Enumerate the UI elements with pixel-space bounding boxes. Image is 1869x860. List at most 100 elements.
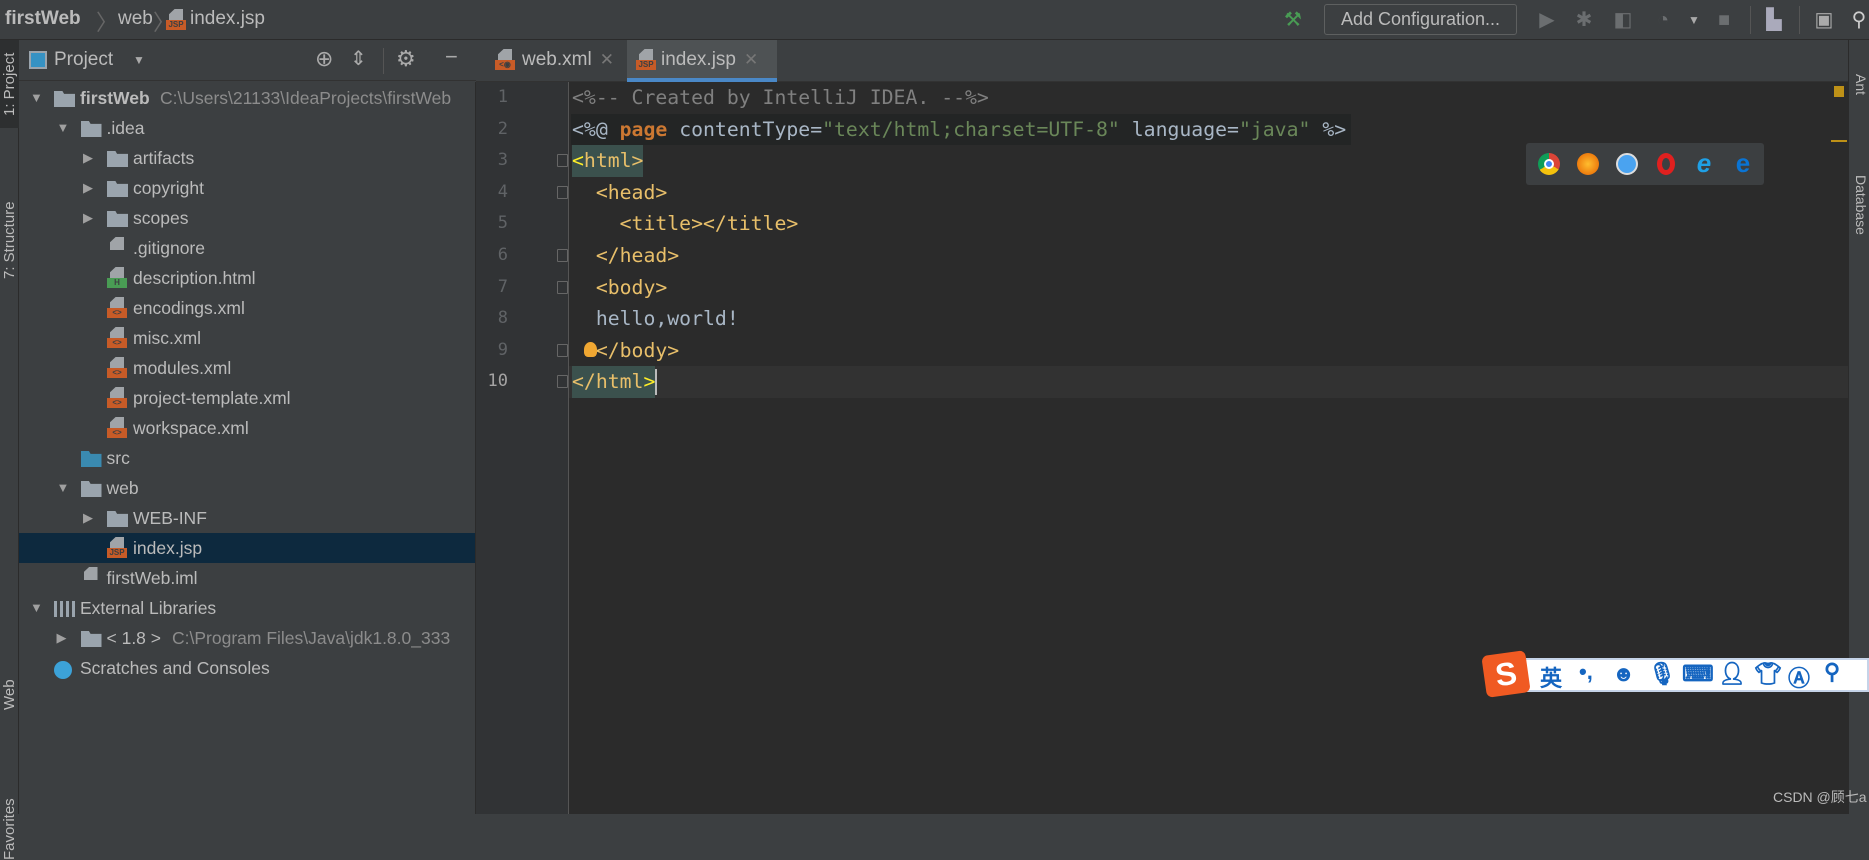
firefox-icon[interactable] xyxy=(1577,153,1599,175)
line-number: 8 xyxy=(497,308,508,329)
fold-marker-icon[interactable] xyxy=(557,154,568,168)
tree-item[interactable]: ▶ artifacts xyxy=(19,143,475,173)
run-anything-icon[interactable]: ▣ xyxy=(1812,8,1836,32)
project-view-selector[interactable]: Project xyxy=(54,49,113,71)
collapse-arrow-icon[interactable]: ▶ xyxy=(83,173,93,203)
sogou-logo[interactable]: S xyxy=(1481,650,1531,698)
collapse-arrow-icon[interactable]: ▶ xyxy=(57,623,67,653)
expand-arrow-icon[interactable]: ▼ xyxy=(57,113,70,143)
tool-window-project[interactable]: 1: Project xyxy=(0,40,19,128)
expand-arrow-icon[interactable]: ▼ xyxy=(30,83,43,113)
tree-item[interactable]: src xyxy=(19,443,475,473)
collapse-all-icon[interactable]: ⇕ xyxy=(350,46,367,71)
opera-icon[interactable] xyxy=(1657,153,1675,175)
microphone-icon[interactable]: 🎙︎ xyxy=(1648,661,1676,687)
tree-item[interactable]: ▶ copyright xyxy=(19,173,475,203)
tool-window-web[interactable]: Web xyxy=(0,660,19,730)
safari-icon[interactable] xyxy=(1616,153,1638,175)
close-icon[interactable]: ✕ xyxy=(600,50,614,69)
tab-web-xml[interactable]: <◉ web.xml ✕ xyxy=(486,40,626,82)
tree-item[interactable]: .gitignore xyxy=(19,233,475,263)
tool-window-favorites[interactable]: Favorites xyxy=(0,760,19,860)
fold-marker-icon[interactable] xyxy=(557,343,568,357)
code-token: <body> xyxy=(595,275,668,299)
fold-marker-icon[interactable] xyxy=(557,249,568,262)
fold-marker-icon[interactable] xyxy=(557,375,568,389)
warning-marker[interactable] xyxy=(1831,140,1847,142)
ime-mode-toggle[interactable]: 英 xyxy=(1540,661,1562,693)
code-line[interactable]: <html> xyxy=(572,145,644,177)
code-line[interactable]: <head> xyxy=(572,177,667,209)
project-structure-icon[interactable]: ▙ xyxy=(1762,8,1786,32)
locate-file-icon[interactable]: ⊕ xyxy=(315,46,333,72)
code-line[interactable]: <title></title> xyxy=(572,208,799,240)
project-panel-header: Project ▼ ⊕ ⇕ ⚙ − xyxy=(19,40,476,81)
ie-icon[interactable]: e xyxy=(1693,150,1715,176)
hide-panel-icon[interactable]: − xyxy=(445,44,458,70)
code-line[interactable]: <body> xyxy=(572,272,667,304)
tool-window-ant[interactable]: Ant xyxy=(1850,74,1869,95)
line-number: 6 xyxy=(497,245,508,265)
tab-index-jsp[interactable]: JSP index.jsp ✕ xyxy=(627,40,777,82)
keyboard-icon[interactable]: ⌨ xyxy=(1682,661,1714,687)
close-icon[interactable]: ✕ xyxy=(744,50,758,69)
collapse-arrow-icon[interactable]: ▶ xyxy=(83,503,93,533)
code-editor[interactable] xyxy=(568,82,1848,814)
tree-item[interactable]: <> workspace.xml xyxy=(19,413,475,443)
code-line[interactable]: <%@ page contentType="text/html;charset=… xyxy=(572,114,1346,146)
profile-icon[interactable]: ◔ xyxy=(1651,8,1675,32)
tree-item[interactable]: ▶ < 1.8 > C:\Program Files\Java\jdk1.8.0_3… xyxy=(19,623,475,653)
dropdown-icon[interactable]: ▼ xyxy=(1682,8,1706,32)
tree-item[interactable]: ▼ firstWeb C:\Users\21133\IdeaProjects\fir… xyxy=(19,83,475,113)
skin-icon[interactable]: 👕︎ xyxy=(1754,661,1782,687)
chevron-down-icon[interactable]: ▼ xyxy=(133,53,145,67)
fold-marker-icon[interactable] xyxy=(557,280,568,294)
code-line[interactable]: </head> xyxy=(572,240,679,272)
breadcrumb-file[interactable]: index.jsp xyxy=(190,8,265,30)
tree-item[interactable]: ▼ External Libraries xyxy=(19,593,475,623)
edge-icon[interactable]: e xyxy=(1732,150,1754,176)
warning-marker[interactable] xyxy=(1834,86,1844,97)
expand-arrow-icon[interactable]: ▼ xyxy=(30,593,43,623)
collapse-arrow-icon[interactable]: ▶ xyxy=(83,203,93,233)
tree-item[interactable]: <> encodings.xml xyxy=(19,293,475,323)
service-icon[interactable]: 👤︎ xyxy=(1718,661,1746,687)
intention-bulb-icon[interactable] xyxy=(584,341,597,357)
tree-item[interactable]: ▼ .idea xyxy=(19,113,475,143)
fold-marker-icon[interactable] xyxy=(557,185,568,199)
run-icon[interactable]: ▶ xyxy=(1535,8,1559,32)
tool-window-structure[interactable]: 7: Structure xyxy=(0,180,19,300)
gear-icon[interactable]: ⚙ xyxy=(396,46,416,72)
code-token: hello,world! xyxy=(572,307,739,331)
stop-icon[interactable]: ■ xyxy=(1712,8,1736,32)
breadcrumb-folder[interactable]: web xyxy=(118,8,153,30)
code-line[interactable]: hello,world! xyxy=(572,303,739,335)
add-configuration-button[interactable]: Add Configuration... xyxy=(1324,4,1517,35)
code-line[interactable]: </html> xyxy=(572,366,656,398)
tree-item[interactable]: <> modules.xml xyxy=(19,353,475,383)
tree-item[interactable]: JSP index.jsp xyxy=(19,533,475,563)
debug-icon[interactable]: ✱ xyxy=(1572,8,1596,32)
search-icon[interactable]: ⚲ xyxy=(1847,8,1869,32)
tree-item[interactable]: Scratches and Consoles xyxy=(19,653,475,683)
code-line[interactable]: <%-- Created by IntelliJ IDEA. --%> xyxy=(572,82,989,114)
search-icon[interactable]: ⚲ xyxy=(1824,659,1840,685)
tool-window-database[interactable]: Database xyxy=(1850,175,1869,235)
tree-item[interactable]: ▼ web xyxy=(19,473,475,503)
tree-item[interactable]: <> misc.xml xyxy=(19,323,475,353)
tree-item[interactable]: ▶ WEB-INF xyxy=(19,503,475,533)
expand-arrow-icon[interactable]: ▼ xyxy=(57,473,70,503)
emoji-icon[interactable]: ☻ xyxy=(1612,661,1635,687)
punctuation-toggle[interactable]: •, xyxy=(1579,659,1593,685)
collapse-arrow-icon[interactable]: ▶ xyxy=(83,143,93,173)
hammer-icon[interactable]: ⚒ xyxy=(1281,8,1305,32)
chrome-icon[interactable] xyxy=(1538,153,1560,175)
tree-item[interactable]: Hdescription.html xyxy=(19,263,475,293)
tree-item[interactable]: firstWeb.iml xyxy=(19,563,475,593)
coverage-icon[interactable]: ◧ xyxy=(1611,8,1635,32)
tree-item[interactable]: <> project-template.xml xyxy=(19,383,475,413)
translate-icon[interactable]: Ⓐ xyxy=(1788,661,1810,693)
tree-item[interactable]: ▶ scopes xyxy=(19,203,475,233)
breadcrumb-project[interactable]: firstWeb xyxy=(5,8,81,30)
